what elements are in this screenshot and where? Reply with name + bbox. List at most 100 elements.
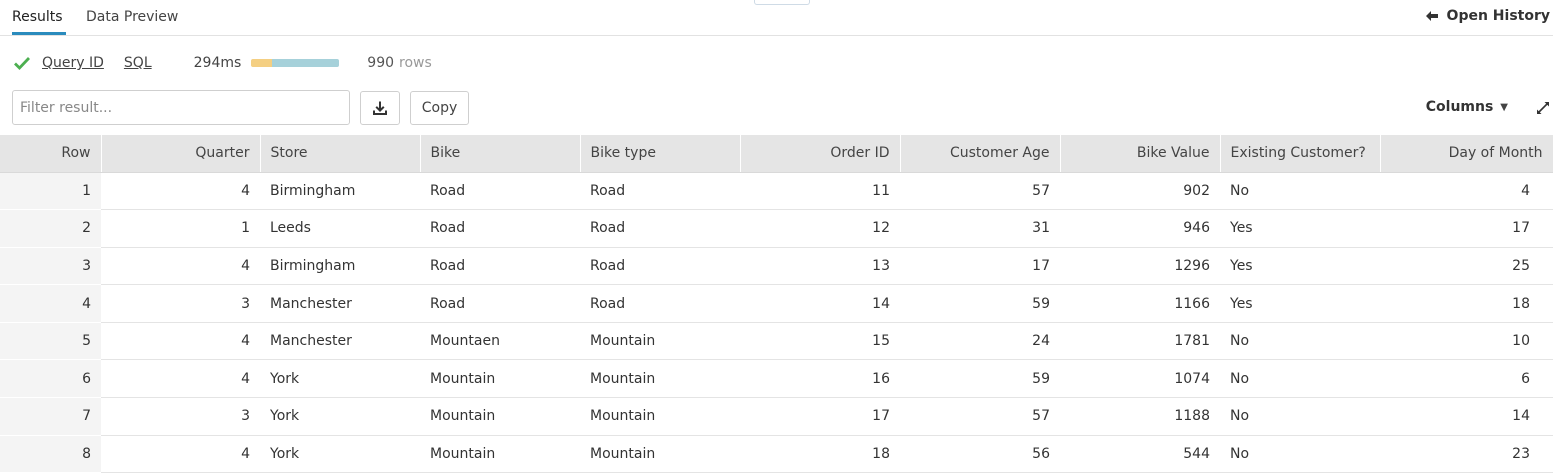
table-cell[interactable]: Mountain <box>580 322 740 361</box>
table-cell[interactable]: 4 <box>1380 172 1553 211</box>
row-number-cell[interactable]: 1 <box>0 172 101 211</box>
table-cell[interactable]: 902 <box>1060 172 1220 211</box>
column-header-order-id[interactable]: Order ID <box>740 135 901 173</box>
table-cell[interactable]: 25 <box>1380 247 1553 286</box>
table-cell[interactable]: 17 <box>740 397 900 436</box>
panel-resize-handle[interactable] <box>754 0 810 5</box>
table-cell[interactable]: Mountain <box>580 397 740 436</box>
table-cell[interactable]: Yes <box>1220 209 1380 248</box>
table-cell[interactable]: 56 <box>900 435 1060 473</box>
table-cell[interactable]: 544 <box>1060 435 1220 473</box>
table-cell[interactable]: 17 <box>900 247 1060 286</box>
table-cell[interactable]: 14 <box>740 284 900 323</box>
table-cell[interactable]: No <box>1220 359 1380 399</box>
table-cell[interactable]: 1074 <box>1060 359 1220 399</box>
table-cell[interactable]: 24 <box>900 322 1060 361</box>
table-cell[interactable]: 15 <box>740 322 900 361</box>
table-cell[interactable]: 13 <box>740 247 900 286</box>
row-number-cell[interactable]: 3 <box>0 247 101 286</box>
table-row[interactable]: 5 4 Manchester Mountaen Mountain 15 24 1781 No 10 <box>0 322 1553 361</box>
table-cell[interactable]: Leeds <box>260 209 420 248</box>
column-header-bike-value[interactable]: Bike Value <box>1060 135 1221 173</box>
table-cell[interactable]: Road <box>580 284 740 323</box>
table-cell[interactable]: 11 <box>740 172 900 211</box>
table-cell[interactable]: 59 <box>900 359 1060 399</box>
copy-button[interactable]: Copy <box>410 91 469 125</box>
table-cell[interactable]: York <box>260 397 420 436</box>
table-cell[interactable]: Yes <box>1220 284 1380 323</box>
table-cell[interactable]: Manchester <box>260 322 420 361</box>
table-cell[interactable]: 57 <box>900 397 1060 436</box>
row-number-cell[interactable]: 2 <box>0 209 101 248</box>
table-cell[interactable]: 18 <box>1380 284 1553 323</box>
table-cell[interactable]: Mountain <box>580 359 740 399</box>
table-row[interactable]: 7 3 York Mountain Mountain 17 57 1188 No 14 <box>0 397 1553 436</box>
table-row[interactable]: 8 4 York Mountain Mountain 18 56 544 No 23 <box>0 435 1553 473</box>
table-cell[interactable]: 4 <box>101 359 260 399</box>
table-row[interactable]: 1 4 Birmingham Road Road 11 57 902 No 4 <box>0 172 1553 211</box>
table-row[interactable]: 4 3 Manchester Road Road 14 59 1166 Yes 18 <box>0 284 1553 323</box>
table-cell[interactable]: 3 <box>101 284 260 323</box>
row-number-cell[interactable]: 5 <box>0 322 101 361</box>
table-cell[interactable]: Road <box>580 172 740 211</box>
row-number-cell[interactable]: 6 <box>0 359 101 399</box>
table-row[interactable]: 6 4 York Mountain Mountain 16 59 1074 No 6 <box>0 359 1553 399</box>
table-cell[interactable]: Mountaen <box>420 322 580 361</box>
table-cell[interactable]: Road <box>580 209 740 248</box>
table-cell[interactable]: 6 <box>1380 359 1553 399</box>
table-cell[interactable]: 18 <box>740 435 900 473</box>
tab-results[interactable]: Results <box>12 9 63 25</box>
table-cell[interactable]: 12 <box>740 209 900 248</box>
table-cell[interactable]: 17 <box>1380 209 1553 248</box>
table-cell[interactable]: 57 <box>900 172 1060 211</box>
table-cell[interactable]: 4 <box>101 247 260 286</box>
table-cell[interactable]: Birmingham <box>260 247 420 286</box>
table-cell[interactable]: Mountain <box>580 435 740 473</box>
table-cell[interactable]: Mountain <box>420 397 580 436</box>
table-cell[interactable]: 1166 <box>1060 284 1220 323</box>
filter-result-input[interactable] <box>12 90 350 125</box>
table-cell[interactable]: 4 <box>101 435 260 473</box>
table-cell[interactable]: Mountain <box>420 435 580 473</box>
table-cell[interactable]: 4 <box>101 322 260 361</box>
table-cell[interactable]: No <box>1220 322 1380 361</box>
table-cell[interactable]: Yes <box>1220 247 1380 286</box>
open-history-button[interactable]: Open History <box>1425 8 1550 24</box>
table-row[interactable]: 3 4 Birmingham Road Road 13 17 1296 Yes 25 <box>0 247 1553 286</box>
table-cell[interactable]: 16 <box>740 359 900 399</box>
download-button[interactable] <box>360 91 400 125</box>
table-cell[interactable]: Birmingham <box>260 172 420 211</box>
table-cell[interactable]: 23 <box>1380 435 1553 473</box>
table-cell[interactable]: Road <box>420 209 580 248</box>
table-cell[interactable]: 1781 <box>1060 322 1220 361</box>
table-row[interactable]: 2 1 Leeds Road Road 12 31 946 Yes 17 <box>0 209 1553 248</box>
column-header-existing-customer[interactable]: Existing Customer? <box>1220 135 1381 173</box>
column-header-store[interactable]: Store <box>260 135 421 173</box>
table-cell[interactable]: 14 <box>1380 397 1553 436</box>
table-cell[interactable]: 1 <box>101 209 260 248</box>
table-cell[interactable]: 1296 <box>1060 247 1220 286</box>
table-cell[interactable]: 946 <box>1060 209 1220 248</box>
column-header-row[interactable]: Row <box>0 135 102 173</box>
columns-dropdown[interactable]: Columns ▼ <box>1426 99 1508 115</box>
table-cell[interactable]: Road <box>580 247 740 286</box>
table-cell[interactable]: No <box>1220 435 1380 473</box>
expand-icon[interactable] <box>1536 101 1550 115</box>
query-id-link[interactable]: Query ID <box>42 55 104 71</box>
table-cell[interactable]: Road <box>420 284 580 323</box>
table-cell[interactable]: No <box>1220 397 1380 436</box>
table-cell[interactable]: Manchester <box>260 284 420 323</box>
table-cell[interactable]: York <box>260 435 420 473</box>
table-cell[interactable]: Road <box>420 247 580 286</box>
table-cell[interactable]: 10 <box>1380 322 1553 361</box>
column-header-quarter[interactable]: Quarter <box>101 135 261 173</box>
row-number-cell[interactable]: 8 <box>0 435 101 473</box>
row-number-cell[interactable]: 4 <box>0 284 101 323</box>
tab-data-preview[interactable]: Data Preview <box>86 9 178 25</box>
column-header-customer-age[interactable]: Customer Age <box>900 135 1061 173</box>
table-cell[interactable]: 4 <box>101 172 260 211</box>
table-cell[interactable]: York <box>260 359 420 399</box>
sql-link[interactable]: SQL <box>124 55 152 71</box>
column-header-bike-type[interactable]: Bike type <box>580 135 741 173</box>
table-cell[interactable]: 1188 <box>1060 397 1220 436</box>
